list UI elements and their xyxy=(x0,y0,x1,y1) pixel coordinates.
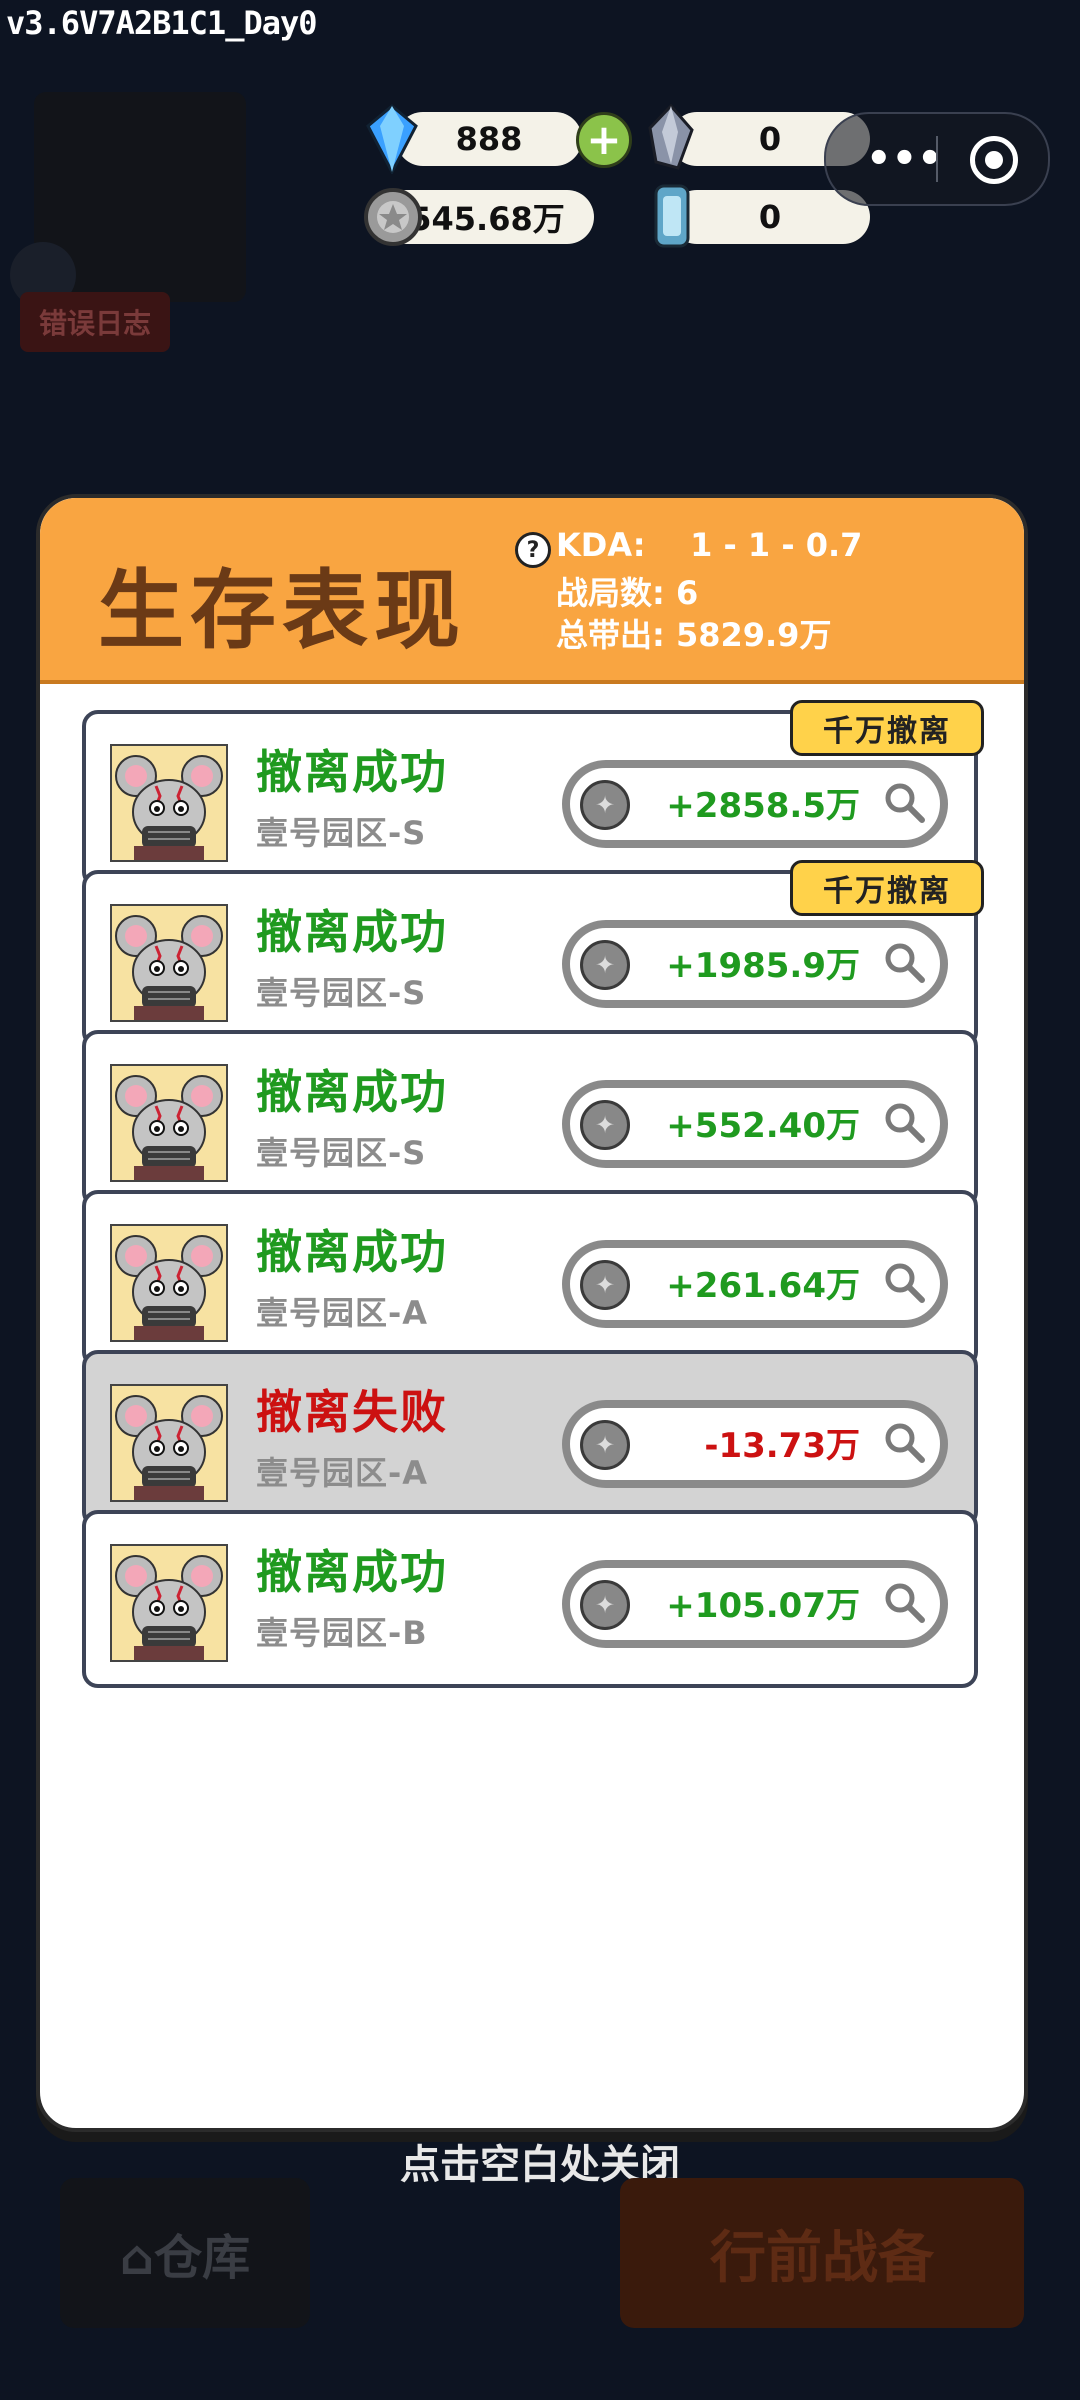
record-zone: 壹号园区-S xyxy=(256,1134,427,1172)
crystal-count: 0 xyxy=(758,120,782,158)
record-amount: +105.07万 xyxy=(666,1586,860,1626)
matches-stat: 战局数: 6 xyxy=(556,568,698,614)
record-amount: +1985.9万 xyxy=(666,946,860,986)
record-card[interactable]: 撤离成功壹号园区-S +552.40万 xyxy=(82,1030,978,1208)
token-count: 0 xyxy=(758,198,782,236)
record-zone: 壹号园区-B xyxy=(256,1614,428,1652)
coin-icon xyxy=(580,1580,630,1630)
coin-icon xyxy=(580,940,630,990)
record-result: 撤离失败 xyxy=(256,1385,448,1439)
record-zone: 壹号园区-S xyxy=(256,974,427,1012)
record-result: 撤离成功 xyxy=(256,745,448,799)
gem-counter: 888 xyxy=(396,112,582,166)
coin-icon xyxy=(364,188,422,246)
record-amount-pill[interactable]: +261.64万 xyxy=(562,1240,948,1328)
close-miniprogram-icon[interactable] xyxy=(970,136,1018,184)
record-amount-pill[interactable]: +2858.5万 xyxy=(562,760,948,848)
record-card[interactable]: 撤离成功壹号园区-S +1985.9万 千万撤离 xyxy=(82,860,984,1048)
rat-avatar xyxy=(110,1064,228,1182)
kda-stat: KDA: 1 - 1 - 0.7 xyxy=(556,526,862,564)
magnify-icon[interactable] xyxy=(882,780,926,824)
record-result: 撤离成功 xyxy=(256,1545,448,1599)
record-zone: 壹号园区-A xyxy=(256,1294,429,1332)
coin-icon xyxy=(580,1100,630,1150)
coin-icon xyxy=(580,780,630,830)
modal-header: 生存表现 ? KDA: 1 - 1 - 0.7 战局数: 6 总带出: 5829… xyxy=(40,498,1024,684)
total-stat: 总带出: 5829.9万 xyxy=(556,610,831,656)
record-amount: -13.73万 xyxy=(704,1426,860,1466)
record-amount-pill[interactable]: -13.73万 xyxy=(562,1400,948,1488)
record-amount: +2858.5万 xyxy=(666,786,860,826)
total-value: 5829.9万 xyxy=(675,616,832,654)
magnify-icon[interactable] xyxy=(882,1580,926,1624)
rat-avatar xyxy=(110,1384,228,1502)
error-log-button[interactable]: 错误日志 xyxy=(20,292,170,352)
magnify-icon[interactable] xyxy=(882,940,926,984)
record-amount-pill[interactable]: +1985.9万 xyxy=(562,920,948,1008)
prepare-button[interactable]: 行前战备 xyxy=(620,2178,1024,2328)
kda-label: KDA: xyxy=(556,526,646,564)
miniprogram-capsule: ••• xyxy=(824,112,1050,206)
total-label: 总带出: xyxy=(556,616,665,654)
coin-count: 545.68万 xyxy=(409,200,565,238)
more-menu-button[interactable]: ••• xyxy=(866,114,943,204)
record-card[interactable]: 撤离成功壹号园区-A +261.64万 xyxy=(82,1190,978,1368)
rat-avatar xyxy=(110,1544,228,1662)
help-icon[interactable]: ? xyxy=(515,532,551,568)
record-result: 撤离成功 xyxy=(256,1225,448,1279)
record-result: 撤离成功 xyxy=(256,905,448,959)
version-label: v3.6V7A2B1C1_Day0 xyxy=(6,4,318,42)
gem-count: 888 xyxy=(455,120,523,158)
kda-value: 1 - 1 - 0.7 xyxy=(690,526,863,564)
matches-label: 战局数: xyxy=(556,574,665,612)
magnify-icon[interactable] xyxy=(882,1100,926,1144)
magnify-icon[interactable] xyxy=(882,1260,926,1304)
record-result: 撤离成功 xyxy=(256,1065,448,1119)
capsule-divider xyxy=(936,136,938,182)
coin-icon xyxy=(580,1420,630,1470)
magnify-icon[interactable] xyxy=(882,1420,926,1464)
record-card[interactable]: 撤离成功壹号园区-B +105.07万 xyxy=(82,1510,978,1688)
record-amount-pill[interactable]: +552.40万 xyxy=(562,1080,948,1168)
rat-avatar xyxy=(110,744,228,862)
crystal-icon xyxy=(648,104,694,170)
matches-value: 6 xyxy=(675,574,699,612)
warehouse-button[interactable]: ⌂仓库 xyxy=(60,2178,310,2328)
coin-icon xyxy=(580,1260,630,1310)
add-gems-button[interactable]: + xyxy=(576,112,632,168)
record-card[interactable]: 撤离失败壹号园区-A -13.73万 xyxy=(82,1350,978,1528)
gem-icon xyxy=(366,104,418,174)
token-counter: 0 xyxy=(670,190,870,244)
record-amount-pill[interactable]: +105.07万 xyxy=(562,1560,948,1648)
modal-title: 生存表现 xyxy=(98,561,466,661)
record-zone: 壹号园区-A xyxy=(256,1454,429,1492)
record-badge: 千万撤离 xyxy=(790,860,984,916)
token-icon xyxy=(654,184,690,248)
survival-performance-modal: 生存表现 ? KDA: 1 - 1 - 0.7 战局数: 6 总带出: 5829… xyxy=(36,494,1028,2132)
record-amount: +552.40万 xyxy=(666,1106,860,1146)
rat-avatar xyxy=(110,904,228,1022)
record-amount: +261.64万 xyxy=(666,1266,860,1306)
record-zone: 壹号园区-S xyxy=(256,814,427,852)
record-badge: 千万撤离 xyxy=(790,700,984,756)
rat-avatar xyxy=(110,1224,228,1342)
